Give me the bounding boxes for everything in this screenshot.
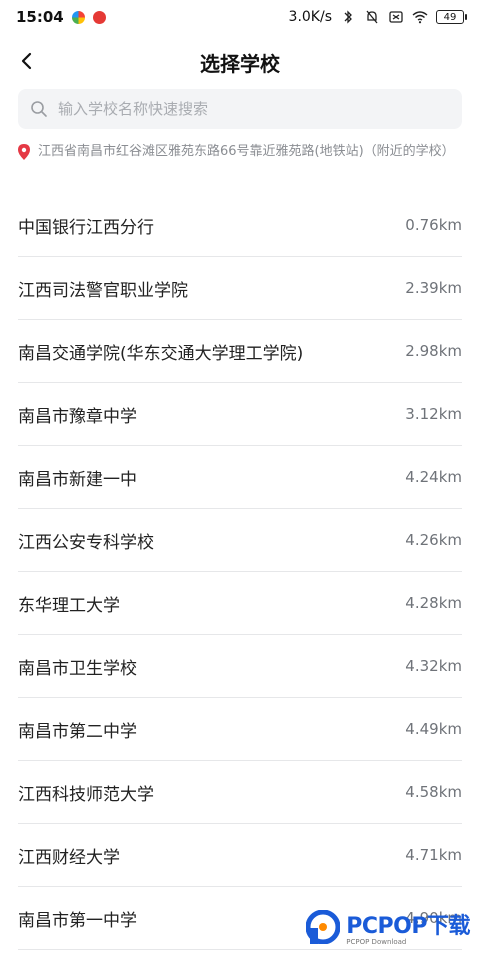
status-right: 3.0K/s 49 — [288, 9, 467, 25]
school-list: 中国银行江西分行 0.76km 江西司法警官职业学院 2.39km 南昌交通学院… — [0, 194, 480, 950]
school-list-item[interactable]: 南昌市第二中学 4.49km — [18, 698, 462, 761]
school-distance: 4.28km — [405, 594, 462, 612]
school-distance: 0.76km — [405, 216, 462, 234]
status-time: 15:04 — [16, 8, 64, 26]
watermark-logo: PCPOP下载 PCPOP Download — [306, 908, 470, 946]
no-sim-icon — [389, 11, 403, 23]
status-bar: 15:04 3.0K/s 49 — [0, 0, 480, 34]
search-input[interactable] — [56, 99, 440, 119]
school-distance: 4.49km — [405, 720, 462, 738]
school-name: 南昌交通学院(华东交通大学理工学院) — [18, 343, 304, 364]
school-distance: 4.71km — [405, 846, 462, 864]
school-list-item[interactable]: 江西财经大学 4.71km — [18, 824, 462, 887]
school-name: 南昌市新建一中 — [18, 469, 137, 490]
search-box[interactable] — [18, 89, 462, 129]
battery-icon: 49 — [436, 10, 467, 24]
bluetooth-icon — [344, 10, 352, 24]
school-distance: 4.26km — [405, 531, 462, 549]
school-name: 江西司法警官职业学院 — [18, 280, 188, 301]
school-distance: 3.12km — [405, 405, 462, 423]
watermark-sub: PCPOP Download — [346, 938, 407, 946]
network-speed: 3.0K/s — [288, 9, 332, 25]
watermark-text-group: PCPOP下载 PCPOP Download — [346, 908, 470, 946]
school-list-item[interactable]: 江西科技师范大学 4.58km — [18, 761, 462, 824]
school-name: 东华理工大学 — [18, 595, 120, 616]
school-list-item[interactable]: 南昌市卫生学校 4.32km — [18, 635, 462, 698]
school-distance: 2.39km — [405, 279, 462, 297]
current-location: 江西省南昌市红谷滩区雅苑东路66号靠近雅苑路(地铁站)（附近的学校） — [18, 142, 462, 162]
location-pin-icon — [18, 144, 30, 160]
school-distance: 2.98km — [405, 342, 462, 360]
school-distance: 4.32km — [405, 657, 462, 675]
app-notification-red-icon — [92, 10, 106, 24]
school-list-item[interactable]: 中国银行江西分行 0.76km — [18, 194, 462, 257]
wifi-icon — [412, 11, 428, 24]
battery-level: 49 — [443, 12, 457, 23]
silent-bell-icon — [366, 10, 378, 24]
school-distance: 4.58km — [405, 783, 462, 801]
school-name: 南昌市第一中学 — [18, 910, 137, 931]
search-icon — [31, 101, 47, 117]
school-name: 中国银行江西分行 — [18, 217, 154, 238]
school-list-item[interactable]: 南昌交通学院(华东交通大学理工学院) 2.98km — [18, 320, 462, 383]
pcpop-logo-icon — [306, 910, 341, 944]
school-name: 江西公安专科学校 — [18, 532, 154, 553]
school-name: 南昌市第二中学 — [18, 721, 137, 742]
school-list-item[interactable]: 东华理工大学 4.28km — [18, 572, 462, 635]
location-address: 江西省南昌市红谷滩区雅苑东路66号靠近雅苑路(地铁站)（附近的学校） — [38, 144, 455, 159]
school-name: 江西财经大学 — [18, 847, 120, 868]
school-distance: 4.24km — [405, 468, 462, 486]
school-name: 南昌市豫章中学 — [18, 406, 137, 427]
school-list-item[interactable]: 南昌市豫章中学 3.12km — [18, 383, 462, 446]
watermark-brand: PCPOP下载 — [346, 914, 470, 939]
school-name: 江西科技师范大学 — [18, 784, 154, 805]
status-left: 15:04 — [16, 8, 106, 26]
school-list-item[interactable]: 江西公安专科学校 4.26km — [18, 509, 462, 572]
header: 选择学校 — [0, 38, 480, 86]
page-title: 选择学校 — [200, 52, 280, 76]
app-notification-icon — [71, 10, 85, 24]
school-name: 南昌市卫生学校 — [18, 658, 137, 679]
school-list-item[interactable]: 江西司法警官职业学院 2.39km — [18, 257, 462, 320]
school-list-item[interactable]: 南昌市新建一中 4.24km — [18, 446, 462, 509]
